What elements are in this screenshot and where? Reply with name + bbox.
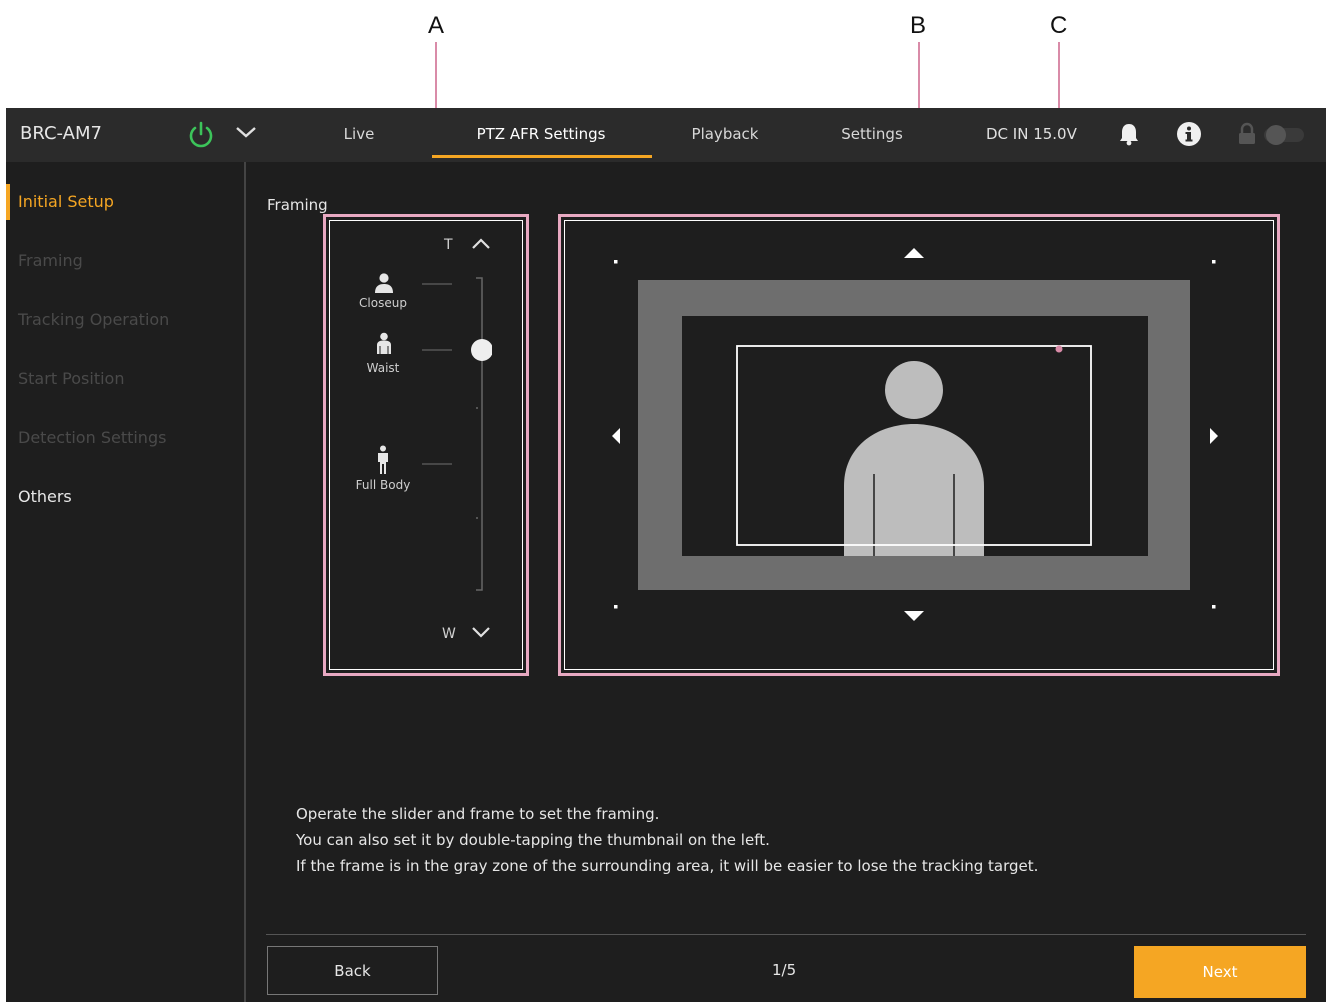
camera-web-app: BRC-AM7 Live PTZ AFR Settings Playback S… <box>6 108 1326 1002</box>
sidebar-item-initial-setup[interactable]: Initial Setup <box>18 192 114 211</box>
instruction-line-2: You can also set it by double-tapping th… <box>296 831 770 849</box>
chevron-down-icon[interactable] <box>470 624 492 640</box>
sidebar-item-detection-settings[interactable]: Detection Settings <box>18 428 166 447</box>
preset-waist-label: Waist <box>366 361 400 375</box>
sidebar-item-others[interactable]: Others <box>18 487 72 506</box>
preset-full-body-label: Full Body <box>355 478 411 492</box>
wide-label: W <box>442 626 456 642</box>
lock-toggle[interactable] <box>1262 123 1306 147</box>
full-body-person-icon[interactable] <box>375 445 391 475</box>
tele-label: T <box>444 237 453 253</box>
closeup-person-icon[interactable] <box>372 272 396 294</box>
tab-settings[interactable]: Settings <box>834 125 910 143</box>
waist-person-icon[interactable] <box>372 332 396 356</box>
info-icon[interactable] <box>1176 121 1202 147</box>
bell-icon[interactable] <box>1118 122 1140 146</box>
section-title: Framing <box>267 196 328 214</box>
sidebar-item-tracking-operation[interactable]: Tracking Operation <box>18 310 169 329</box>
next-button[interactable]: Next <box>1134 946 1306 998</box>
instruction-line-3: If the frame is in the gray zone of the … <box>296 857 1039 875</box>
zoom-slider[interactable] <box>422 268 492 598</box>
back-button[interactable]: Back <box>267 946 438 995</box>
callout-label-b: B <box>910 12 927 39</box>
callout-label-c: C <box>1050 12 1068 39</box>
sidebar-item-start-position[interactable]: Start Position <box>18 369 124 388</box>
model-name: BRC-AM7 <box>20 123 102 144</box>
power-status: DC IN 15.0V <box>986 125 1077 143</box>
instruction-line-1: Operate the slider and frame to set the … <box>296 805 660 823</box>
tab-live[interactable]: Live <box>324 125 394 143</box>
lock-icon <box>1239 122 1255 144</box>
preset-closeup-label: Closeup <box>359 296 407 310</box>
sidebar: Initial Setup Framing Tracking Operation… <box>6 162 246 1002</box>
chevron-up-icon[interactable] <box>470 236 492 252</box>
power-icon[interactable] <box>186 120 216 150</box>
manual-figure: A B C BRC-AM7 Live PTZ AFR Settings Play… <box>0 0 1330 1002</box>
page-indicator: 1/5 <box>772 961 797 979</box>
sidebar-active-marker <box>6 184 10 220</box>
chevron-down-icon[interactable] <box>234 124 258 140</box>
footer-divider <box>266 934 1306 935</box>
framing-frame[interactable] <box>586 236 1246 636</box>
callout-label-a: A <box>428 12 445 39</box>
sidebar-item-framing[interactable]: Framing <box>18 251 83 270</box>
tab-playback[interactable]: Playback <box>682 125 768 143</box>
active-tab-indicator <box>432 155 652 158</box>
top-bar: BRC-AM7 Live PTZ AFR Settings Playback S… <box>6 108 1326 162</box>
tab-ptz-afr-settings[interactable]: PTZ AFR Settings <box>466 125 616 143</box>
